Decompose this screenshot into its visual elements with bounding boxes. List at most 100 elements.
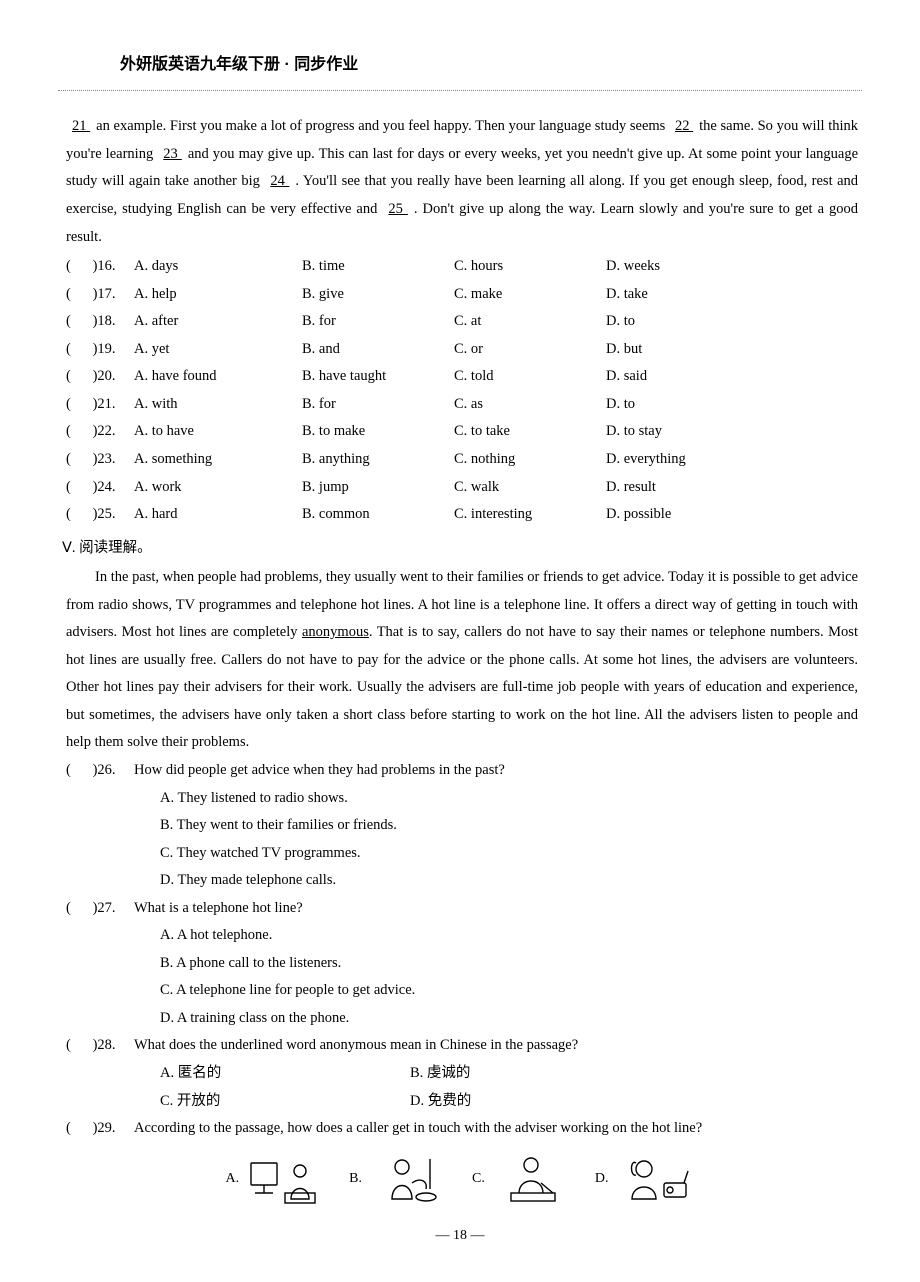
option-row: ( )23.A. somethingB. anythingC. nothingD… xyxy=(66,446,858,474)
choice-label: D. xyxy=(595,1166,609,1193)
option-d[interactable]: D. weeks xyxy=(606,253,858,281)
answer-paren[interactable]: ( )26. xyxy=(66,757,134,785)
answer-paren[interactable]: ( )23. xyxy=(66,446,134,474)
option-d[interactable]: D. to xyxy=(606,391,858,419)
option-row: ( )25.A. hardB. commonC. interestingD. p… xyxy=(66,501,858,529)
answer-paren[interactable]: ( )25. xyxy=(66,501,134,529)
option-c[interactable]: C. interesting xyxy=(454,501,606,529)
question-stem: ( )29.According to the passage, how does… xyxy=(66,1115,858,1143)
answer-paren[interactable]: ( )18. xyxy=(66,308,134,336)
cloze-passage: 21 an example. First you make a lot of p… xyxy=(62,113,858,251)
option-b[interactable]: B. for xyxy=(302,308,454,336)
option-b[interactable]: B. for xyxy=(302,391,454,419)
option-b[interactable]: B. have taught xyxy=(302,363,454,391)
option-row: ( )19.A. yetB. andC. orD. but xyxy=(66,336,858,364)
option-c[interactable]: C. told xyxy=(454,363,606,391)
question-stem: ( )28.What does the underlined word anon… xyxy=(66,1032,858,1060)
option-c[interactable]: C. nothing xyxy=(454,446,606,474)
option-a[interactable]: A. yet xyxy=(134,336,302,364)
writing-person-icon xyxy=(491,1153,571,1207)
question-choice-row: A. 匿名的B. 虔诚的 xyxy=(66,1060,858,1088)
q29-image-choices: A. B. xyxy=(62,1153,858,1207)
option-a[interactable]: A. after xyxy=(134,308,302,336)
question-choice[interactable]: C. They watched TV programmes. xyxy=(66,840,858,868)
answer-paren[interactable]: ( )17. xyxy=(66,281,134,309)
answer-paren[interactable]: ( )22. xyxy=(66,418,134,446)
q29-choice-d[interactable]: D. xyxy=(595,1153,695,1207)
option-b[interactable]: B. anything xyxy=(302,446,454,474)
answer-paren[interactable]: ( )27. xyxy=(66,895,134,923)
q29-choice-c[interactable]: C. xyxy=(472,1153,571,1207)
blank-24: 24 xyxy=(264,173,295,189)
option-d[interactable]: D. to xyxy=(606,308,858,336)
option-a[interactable]: A. with xyxy=(134,391,302,419)
option-d[interactable]: D. possible xyxy=(606,501,858,529)
question-choice[interactable]: B. They went to their families or friend… xyxy=(66,812,858,840)
option-c[interactable]: C. walk xyxy=(454,474,606,502)
question-choice[interactable]: C. A telephone line for people to get ad… xyxy=(66,977,858,1005)
option-d[interactable]: D. everything xyxy=(606,446,858,474)
option-c[interactable]: C. make xyxy=(454,281,606,309)
radio-listener-icon xyxy=(614,1153,694,1207)
blank-25: 25 xyxy=(382,201,414,217)
answer-paren[interactable]: ( )28. xyxy=(66,1032,134,1060)
question-choice[interactable]: D. A training class on the phone. xyxy=(66,1005,858,1033)
option-row: ( )22.A. to haveB. to makeC. to takeD. t… xyxy=(66,418,858,446)
choice-label: A. xyxy=(226,1166,240,1193)
option-a[interactable]: A. days xyxy=(134,253,302,281)
question-choice[interactable]: D. They made telephone calls. xyxy=(66,867,858,895)
option-a[interactable]: A. work xyxy=(134,474,302,502)
option-b[interactable]: B. and xyxy=(302,336,454,364)
option-a[interactable]: A. something xyxy=(134,446,302,474)
option-d[interactable]: D. result xyxy=(606,474,858,502)
option-b[interactable]: B. to make xyxy=(302,418,454,446)
question-choice[interactable]: A. 匿名的 xyxy=(160,1060,410,1088)
q29-choice-b[interactable]: B. xyxy=(349,1153,448,1207)
question-stem: ( )26.How did people get advice when the… xyxy=(66,757,858,785)
option-b[interactable]: B. jump xyxy=(302,474,454,502)
option-c[interactable]: C. hours xyxy=(454,253,606,281)
option-d[interactable]: D. to stay xyxy=(606,418,858,446)
option-c[interactable]: C. at xyxy=(454,308,606,336)
question-choice[interactable]: B. 虔诚的 xyxy=(410,1060,470,1088)
phone-call-icon xyxy=(368,1153,448,1207)
option-b[interactable]: B. time xyxy=(302,253,454,281)
option-a[interactable]: A. to have xyxy=(134,418,302,446)
option-d[interactable]: D. but xyxy=(606,336,858,364)
answer-paren[interactable]: ( )24. xyxy=(66,474,134,502)
cloze-options: ( )16.A. daysB. timeC. hoursD. weeks( )1… xyxy=(62,253,858,528)
question-choice[interactable]: B. A phone call to the listeners. xyxy=(66,950,858,978)
header-rule xyxy=(58,90,862,91)
blank-23: 23 xyxy=(157,146,188,162)
question-choice[interactable]: D. 免费的 xyxy=(410,1088,471,1116)
section-5-title: Ⅴ. 阅读理解。 xyxy=(62,535,858,563)
option-c[interactable]: C. to take xyxy=(454,418,606,446)
option-row: ( )21.A. withB. forC. asD. to xyxy=(66,391,858,419)
answer-paren[interactable]: ( )21. xyxy=(66,391,134,419)
option-b[interactable]: B. give xyxy=(302,281,454,309)
reading-questions: ( )26.How did people get advice when the… xyxy=(62,757,858,1143)
question-choice[interactable]: A. They listened to radio shows. xyxy=(66,785,858,813)
option-a[interactable]: A. help xyxy=(134,281,302,309)
option-b[interactable]: B. common xyxy=(302,501,454,529)
question-text: What is a telephone hot line? xyxy=(134,895,858,923)
answer-paren[interactable]: ( )20. xyxy=(66,363,134,391)
answer-paren[interactable]: ( )29. xyxy=(66,1115,134,1143)
choice-label: B. xyxy=(349,1166,362,1193)
answer-paren[interactable]: ( )19. xyxy=(66,336,134,364)
question-choice[interactable]: C. 开放的 xyxy=(160,1088,410,1116)
option-a[interactable]: A. hard xyxy=(134,501,302,529)
option-d[interactable]: D. take xyxy=(606,281,858,309)
option-c[interactable]: C. as xyxy=(454,391,606,419)
option-row: ( )17.A. helpB. giveC. makeD. take xyxy=(66,281,858,309)
option-row: ( )20.A. have foundB. have taughtC. told… xyxy=(66,363,858,391)
q29-choice-a[interactable]: A. xyxy=(226,1153,326,1207)
option-row: ( )24.A. workB. jumpC. walkD. result xyxy=(66,474,858,502)
option-a[interactable]: A. have found xyxy=(134,363,302,391)
option-row: ( )18.A. afterB. forC. atD. to xyxy=(66,308,858,336)
header-title: 外妍版英语九年级下册 · 同步作业 xyxy=(120,56,358,73)
answer-paren[interactable]: ( )16. xyxy=(66,253,134,281)
option-d[interactable]: D. said xyxy=(606,363,858,391)
question-choice[interactable]: A. A hot telephone. xyxy=(66,922,858,950)
option-c[interactable]: C. or xyxy=(454,336,606,364)
